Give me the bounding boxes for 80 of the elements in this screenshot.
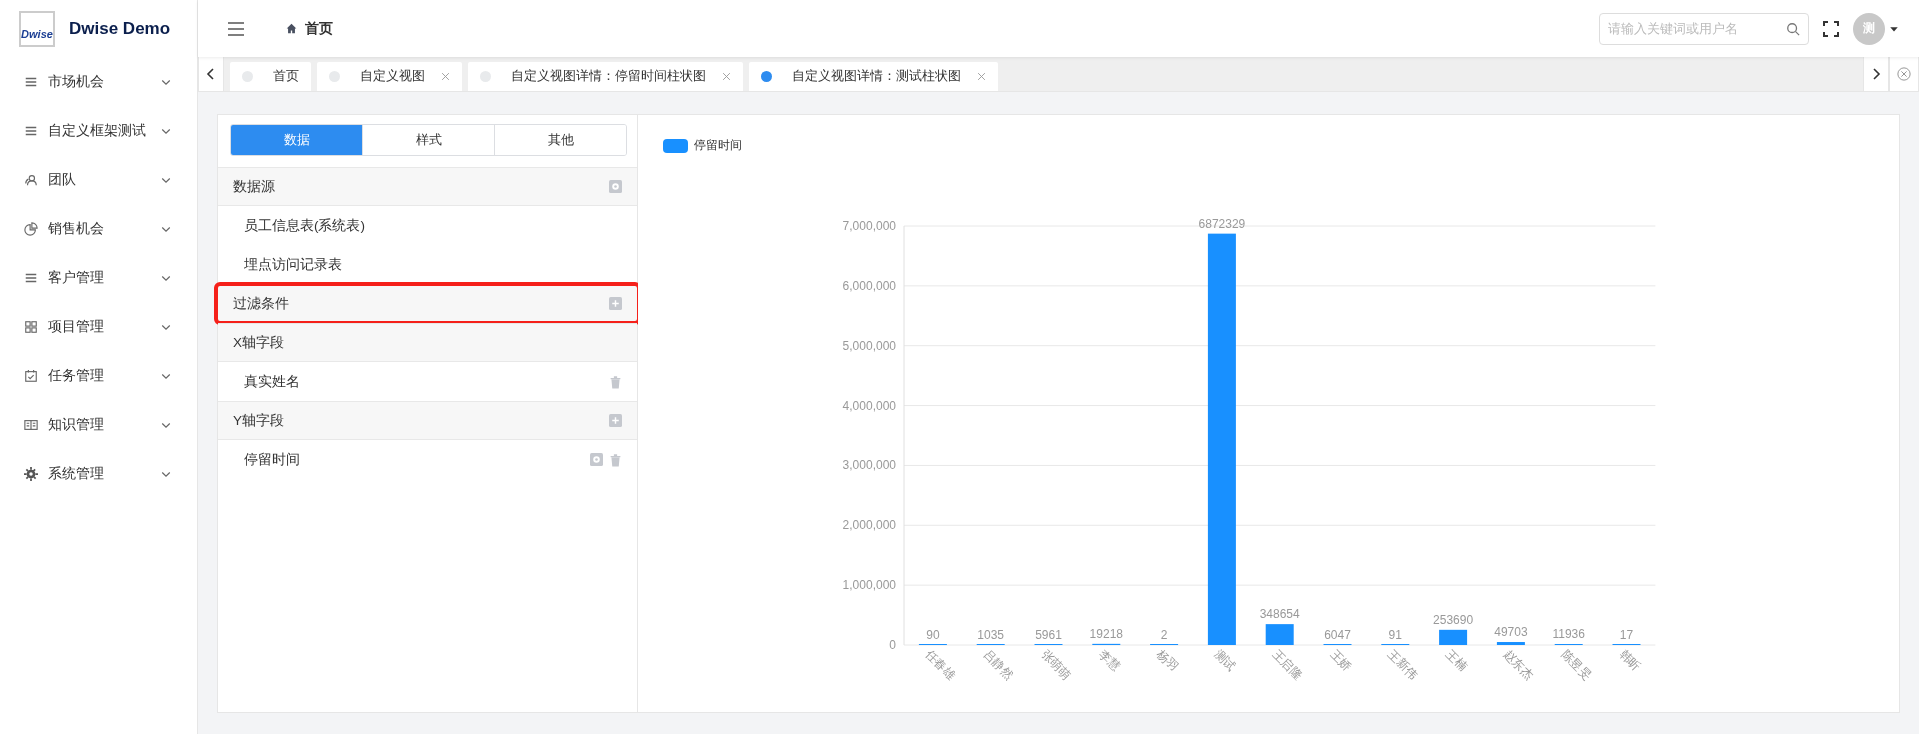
sidebar-item[interactable]: 自定义框架测试 [0, 106, 197, 155]
sidebar-item[interactable]: 客户管理 [0, 253, 197, 302]
scroll-left-button[interactable] [198, 56, 224, 91]
bar-value-label: 348654 [1259, 607, 1300, 622]
bar-value-label: 2 [1160, 628, 1168, 642]
sidebar-item[interactable]: 团队 [0, 155, 197, 204]
sidebar-item[interactable]: 系统管理 [0, 449, 197, 498]
calendar-check-icon [24, 368, 38, 383]
chevron-right-icon [1871, 67, 1881, 80]
close-circle-icon [1897, 66, 1911, 81]
x-axis-label: 杨羽 [1154, 647, 1181, 675]
sidebar-item[interactable]: 知识管理 [0, 400, 197, 449]
y-axis-label: 5,000,000 [842, 338, 896, 353]
page-tab[interactable]: 自定义视图详情：测试柱状图 [749, 62, 998, 91]
search-field[interactable]: 请输入关键词或用户名 [1599, 12, 1809, 45]
page-tab[interactable]: 自定义视图 [317, 62, 462, 91]
pie-chart-icon [24, 221, 38, 236]
y-axis-label: 1,000,000 [842, 578, 896, 593]
x-axis-label: 王启隆 [1269, 647, 1305, 683]
bar-value-label: 5961 [1035, 627, 1062, 642]
chevron-left-icon [206, 67, 216, 80]
bar-value-label: 6047 [1324, 627, 1351, 642]
page-tab[interactable]: 首页 [230, 62, 311, 91]
x-axis-label: 陈昱旻 [1558, 647, 1594, 683]
y-axis-label: 0 [889, 638, 896, 652]
y-axis-label: 4,000,000 [842, 398, 896, 413]
logo: Dwise [19, 10, 55, 47]
bar-value-label: 6872329 [1198, 216, 1246, 231]
bar-value-label: 91 [1388, 628, 1402, 642]
segment-tab[interactable]: 其他 [494, 125, 626, 155]
x-axis-label: 吕静然 [980, 647, 1016, 683]
sidebar-item[interactable]: 销售机会 [0, 204, 197, 253]
bar-value-label: 11936 [1552, 627, 1585, 642]
field-item[interactable]: 员工信息表(系统表) [218, 206, 637, 245]
bar-value-label: 19218 [1089, 626, 1123, 641]
section-title: X轴字段 [233, 333, 285, 352]
x-axis-label: 赵东杰 [1500, 647, 1537, 683]
fullscreen-icon [1823, 20, 1839, 37]
x-axis-label: 李慧 [1096, 647, 1124, 675]
section-title: 过滤条件 [233, 294, 290, 313]
bar [1265, 624, 1294, 645]
y-axis-label: 7,000,000 [842, 219, 896, 233]
field-item[interactable]: 埋点访问记录表 [218, 245, 637, 284]
bar-value-label: 253690 [1433, 612, 1474, 627]
scroll-right-button[interactable] [1863, 56, 1889, 91]
sidebar-item[interactable]: 市场机会 [0, 57, 197, 106]
x-axis-label: 测试 [1211, 647, 1239, 675]
home-icon [286, 23, 297, 34]
y-axis-label: 2,000,000 [842, 518, 896, 533]
bar-value-label: 90 [926, 628, 940, 642]
users-icon [24, 172, 38, 187]
bar-value-label: 1035 [977, 627, 1005, 642]
search-icon [1786, 21, 1800, 36]
x-axis-label: 王楠 [1443, 647, 1470, 675]
x-axis-label: 张萌萌 [1038, 647, 1074, 683]
field-item[interactable]: 停留时间 [218, 440, 637, 479]
close-all-button[interactable] [1889, 56, 1919, 91]
y-axis-label: 6,000,000 [842, 278, 896, 293]
bar [1496, 642, 1525, 645]
bar-value-label: 49703 [1494, 625, 1528, 639]
legend-label[interactable]: 停留时间 [694, 137, 742, 154]
bar [1439, 629, 1468, 645]
bar-value-label: 17 [1619, 628, 1634, 642]
grid-icon [24, 319, 38, 334]
x-axis-label: 任春雄 [922, 647, 959, 683]
field-item[interactable]: 真实姓名 [218, 362, 637, 401]
breadcrumb-link[interactable]: 首页 [286, 19, 333, 38]
menu-icon [226, 20, 246, 37]
gear-icon [24, 466, 38, 481]
section-title: Y轴字段 [233, 411, 285, 430]
y-axis-label: 3,000,000 [842, 458, 896, 473]
app-title: Dwise Demo [69, 18, 171, 39]
section-title: 数据源 [233, 177, 276, 196]
x-axis-label: 王娇 [1327, 647, 1355, 675]
x-axis-label: 韩昕 [1616, 647, 1644, 675]
x-axis-label: 王新伟 [1385, 647, 1421, 683]
book-icon [24, 417, 38, 432]
page-tab[interactable]: 自定义视图详情：停留时间柱状图 [468, 62, 743, 91]
sidebar-item[interactable]: 项目管理 [0, 302, 197, 351]
sidebar-item[interactable]: 任务管理 [0, 351, 197, 400]
